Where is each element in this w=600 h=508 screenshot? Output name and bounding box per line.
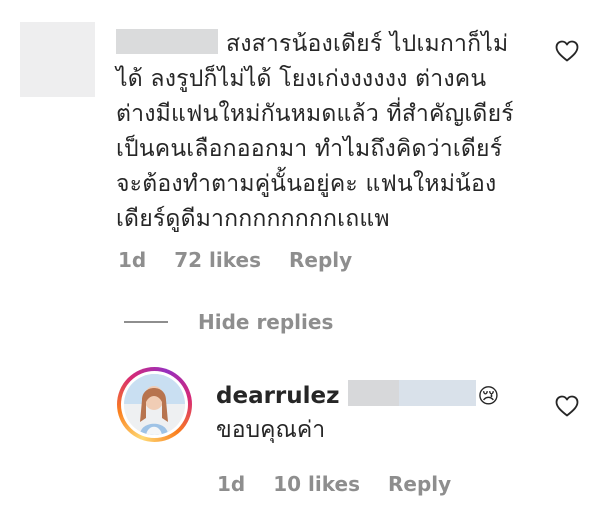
comment-likes[interactable]: 72 likes [174,248,261,272]
like-reply-heart-icon[interactable] [555,395,579,417]
comment-text: สงสารน้องเดียร์ ไปเมกาก็ไม่ ได้ ลงรูปก็ไ… [116,27,546,237]
reply-meta: 1d 10 likes Reply [217,472,451,496]
comment-line-4: เป็นคนเลือกออกมา ทำไมถึงคิดว่าเดียร์ [116,136,503,162]
comment-line-1: สงสารน้องเดียร์ ไปเมกาก็ไม่ [226,31,509,57]
reply-likes[interactable]: 10 likes [273,472,360,496]
heart-icon [555,40,579,62]
profile-photo-image [124,374,185,435]
like-comment-heart-icon[interactable] [555,40,579,62]
reply-text: ขอบคุณค่า [216,417,326,443]
reply-author-avatar[interactable] [117,367,192,442]
crying-face-emoji: 😢 [477,384,500,408]
reply-reply-button[interactable]: Reply [388,472,451,496]
comment-line-5: จะต้องทำตามคู่นั้นอยู่คะ แฟนใหม่น้อง [116,171,497,197]
commenter-avatar[interactable] [20,22,95,97]
divider-line [124,321,168,323]
avatar-photo [124,374,185,435]
hide-replies-label: Hide replies [198,310,334,334]
comment-meta: 1d 72 likes Reply [118,248,352,272]
reply-time: 1d [217,472,246,496]
redacted-username [116,29,218,54]
reply-author-line: dearrulez 😢 [216,380,499,409]
comment-line-3: ต่างมีแฟนใหม่กันหมดแล้ว ที่สำคัญเดียร์ [116,101,514,127]
comment-line-2: ได้ ลงรูปก็ไม่ได้ โยงเก่งงงงงง ต่างคน [116,66,487,92]
heart-icon [555,395,579,417]
comment-reply-button[interactable]: Reply [289,248,352,272]
hide-replies-button[interactable]: Hide replies [124,310,333,334]
comment-line-6: เดียร์ดูดีมากกกกกกกกเถแพ [116,206,390,232]
reply-author-username[interactable]: dearrulez [216,383,340,409]
redacted-text [347,380,476,406]
avatar-ring-gap [121,371,188,438]
comment-time: 1d [118,248,147,272]
